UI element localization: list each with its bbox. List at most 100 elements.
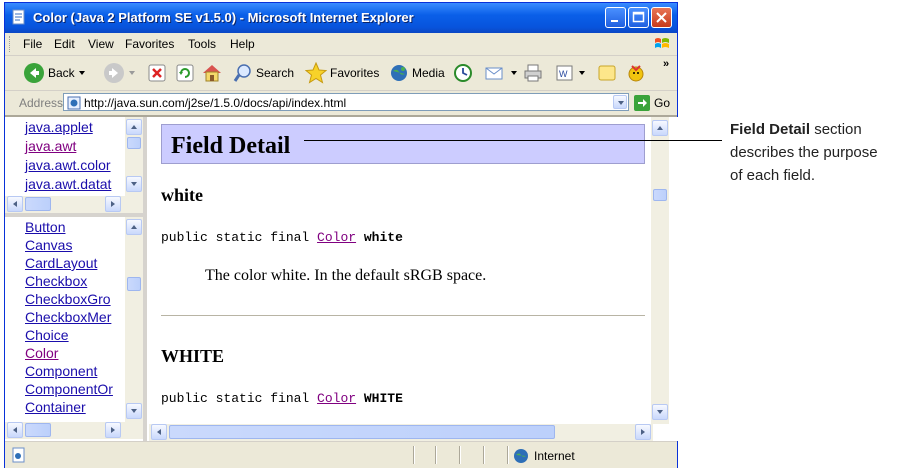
scroll-thumb[interactable]: [127, 137, 141, 149]
chevron-down-icon: [131, 409, 137, 413]
scroll-thumb[interactable]: [169, 425, 555, 439]
menu-favorites[interactable]: Favorites: [125, 37, 174, 51]
class-link[interactable]: Button: [25, 219, 65, 235]
class-link[interactable]: Canvas: [25, 237, 72, 253]
type-link[interactable]: Color: [317, 391, 356, 406]
chevron-left-icon: [13, 427, 17, 433]
menu-help[interactable]: Help: [230, 37, 255, 51]
mail-dropdown-icon[interactable]: [510, 69, 518, 77]
menu-file[interactable]: File: [23, 37, 42, 51]
scroll-thumb[interactable]: [25, 423, 51, 437]
field-name-heading: WHITE: [161, 346, 225, 366]
scroll-left-button[interactable]: [7, 422, 23, 438]
ie-page-icon: [12, 9, 25, 25]
messenger-button[interactable]: [625, 62, 647, 84]
scroll-left-button[interactable]: [151, 424, 167, 440]
signature-field-name: WHITE: [363, 391, 403, 406]
status-separator: [507, 446, 509, 464]
class-link[interactable]: ComponentOr: [25, 381, 113, 397]
package-link[interactable]: java.awt.datat: [25, 176, 111, 192]
favorites-label: Favorites: [330, 66, 380, 80]
class-link[interactable]: CheckboxGro: [25, 291, 111, 307]
edit-dropdown-icon[interactable]: [578, 69, 586, 77]
minimize-button[interactable]: [605, 7, 626, 28]
class-vscrollbar[interactable]: [125, 217, 143, 422]
search-label: Search: [256, 66, 295, 80]
class-link[interactable]: Container: [25, 399, 86, 415]
forward-dropdown-icon[interactable]: [128, 69, 136, 77]
class-link[interactable]: CardLayout: [25, 255, 97, 271]
window-title: Color (Java 2 Platform SE v1.5.0) - Micr…: [33, 10, 414, 25]
go-arrow-icon: [634, 95, 650, 111]
discuss-button[interactable]: [597, 62, 617, 84]
scroll-down-button[interactable]: [126, 176, 142, 192]
field-detail-callout: Field Detail section describes the purpo…: [730, 118, 898, 187]
scroll-left-button[interactable]: [7, 196, 23, 212]
back-button[interactable]: Back: [23, 62, 86, 84]
refresh-button[interactable]: [175, 62, 195, 84]
chevron-down-icon: [618, 101, 624, 105]
menu-grip: [9, 36, 12, 52]
close-button[interactable]: [651, 7, 672, 28]
callout-text: describes the purpose: [730, 144, 878, 161]
mail-button[interactable]: [485, 62, 518, 84]
address-label: Address: [19, 96, 64, 110]
package-link[interactable]: java.awt.color: [25, 157, 111, 173]
scroll-thumb[interactable]: [25, 197, 51, 211]
field-detail-heading: Field Detail: [171, 133, 291, 159]
menu-view[interactable]: View: [88, 37, 114, 51]
class-link[interactable]: Color: [25, 345, 58, 361]
class-hscrollbar[interactable]: [5, 422, 143, 439]
scroll-thumb[interactable]: [653, 189, 667, 201]
home-button[interactable]: [201, 62, 223, 84]
status-separator: [483, 446, 485, 464]
package-link[interactable]: java.applet: [25, 119, 93, 135]
left-frames: java.applet java.awt java.awt.color java…: [5, 117, 147, 441]
package-link[interactable]: java.awt: [25, 138, 76, 154]
class-link[interactable]: Component: [25, 363, 97, 379]
chevron-right-icon: [111, 427, 115, 433]
address-input[interactable]: http://java.sun.com/j2se/1.5.0/docs/api/…: [63, 93, 629, 111]
chevron-up-icon: [657, 126, 663, 130]
media-button[interactable]: Media: [389, 62, 445, 84]
scroll-right-button[interactable]: [635, 424, 651, 440]
field-signature: public static final Color WHITE: [161, 391, 403, 406]
class-link[interactable]: Checkbox: [25, 273, 87, 289]
stop-button[interactable]: [147, 62, 167, 84]
package-vscrollbar[interactable]: [125, 117, 143, 196]
menu-tools[interactable]: Tools: [188, 37, 216, 51]
print-button[interactable]: [523, 62, 543, 84]
class-doc-frame: Field Detail white public static final C…: [147, 117, 679, 441]
scroll-up-button[interactable]: [652, 120, 668, 136]
main-vscrollbar[interactable]: [651, 117, 669, 424]
menu-bar: File Edit View Favorites Tools Help: [5, 33, 677, 56]
address-dropdown-button[interactable]: [613, 95, 627, 109]
main-hscrollbar[interactable]: [149, 424, 653, 441]
search-button[interactable]: Search: [233, 62, 294, 84]
maximize-button[interactable]: [628, 7, 649, 28]
edit-button[interactable]: W: [555, 62, 586, 84]
scroll-down-button[interactable]: [652, 404, 668, 420]
minimize-icon: [611, 20, 618, 22]
scroll-right-button[interactable]: [105, 422, 121, 438]
forward-button[interactable]: [103, 62, 136, 84]
back-dropdown-icon[interactable]: [78, 69, 86, 77]
class-link[interactable]: CheckboxMer: [25, 309, 111, 325]
scroll-thumb[interactable]: [127, 277, 141, 291]
menu-edit[interactable]: Edit: [54, 37, 75, 51]
scroll-down-button[interactable]: [126, 403, 142, 419]
field-signature: public static final Color white: [161, 230, 403, 245]
scroll-up-button[interactable]: [126, 119, 142, 135]
scroll-right-button[interactable]: [105, 196, 121, 212]
class-link[interactable]: Choice: [25, 327, 69, 343]
go-button[interactable]: Go: [633, 94, 670, 112]
scroll-up-button[interactable]: [126, 219, 142, 235]
type-link[interactable]: Color: [317, 230, 356, 245]
callout-text: section: [810, 121, 862, 138]
favorites-button[interactable]: Favorites: [305, 62, 379, 84]
package-hscrollbar[interactable]: [5, 196, 143, 213]
security-zone: Internet: [513, 448, 575, 464]
toolbar-overflow-chevron[interactable]: »: [663, 58, 669, 70]
history-icon: [454, 64, 472, 82]
history-button[interactable]: [453, 62, 473, 84]
